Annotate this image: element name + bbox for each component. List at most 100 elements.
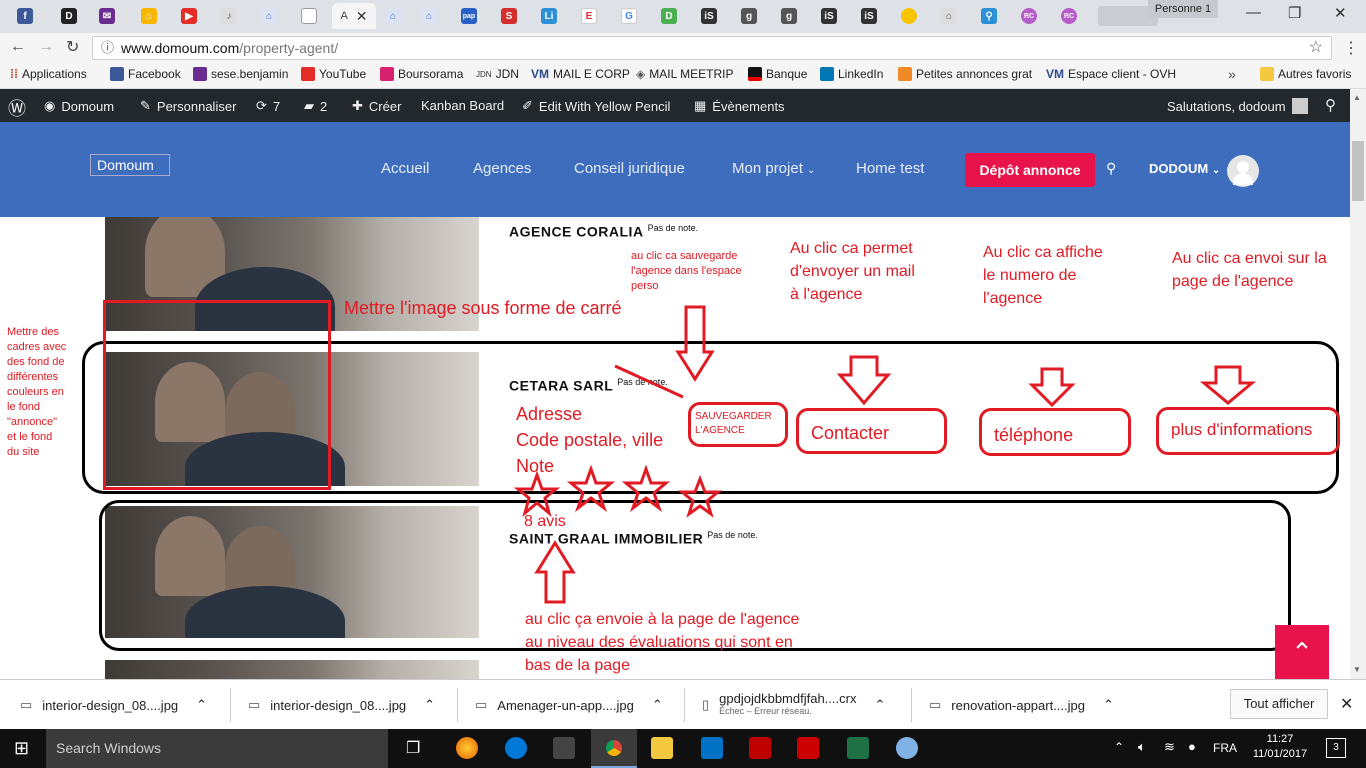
store-icon[interactable] — [553, 737, 575, 759]
clock[interactable]: 11:27 11/01/2017 — [1248, 732, 1312, 762]
nav-home-test[interactable]: Home test — [856, 160, 924, 177]
bookmark-autres-favoris[interactable]: Autres favoris — [1260, 67, 1351, 81]
notifications-icon[interactable]: 3 — [1326, 738, 1346, 758]
explorer-icon[interactable] — [651, 737, 673, 759]
bookmark-jdn[interactable]: JDN JDN — [476, 67, 519, 81]
search-icon[interactable]: ⚲ — [1106, 160, 1116, 177]
wordpress-icon[interactable]: Ⓦ — [8, 95, 26, 121]
nav-mon-projet[interactable]: Mon projet ⌄ — [732, 160, 815, 177]
user-menu[interactable]: DODOUM ⌄ — [1149, 161, 1220, 176]
wp-account-link[interactable]: Salutations, dodoum — [1167, 98, 1308, 114]
bookmark-youtube[interactable]: YouTube — [301, 67, 366, 81]
close-icon[interactable]: ✕ — [1340, 694, 1353, 714]
tab-doc[interactable] — [294, 3, 324, 29]
firefox-icon[interactable] — [456, 737, 478, 759]
wifi-icon[interactable]: ≋ — [1164, 739, 1175, 755]
back-icon[interactable]: ← — [10, 38, 26, 56]
tab-house4[interactable]: ⌂ — [934, 3, 964, 29]
scroll-up-icon[interactable]: ▲ — [1353, 93, 1361, 102]
chevron-up-icon[interactable]: ⌃ — [652, 697, 663, 713]
tab-li[interactable]: Li — [534, 3, 564, 29]
bookmark-facebook[interactable]: Facebook — [110, 67, 181, 81]
tab-house2[interactable]: ⌂ — [378, 3, 408, 29]
paint-icon[interactable] — [896, 737, 918, 759]
tab-sound[interactable]: ♪ — [214, 3, 244, 29]
tab-yellow2[interactable] — [894, 3, 924, 29]
wp-customize-link[interactable]: ✎ Personnaliser — [140, 98, 236, 114]
wp-search-icon[interactable]: ⚲ — [1325, 96, 1336, 114]
wp-updates-link[interactable]: ⟳ 7 — [256, 98, 280, 114]
filezilla-icon[interactable] — [749, 737, 771, 759]
tab-d[interactable]: D — [54, 3, 84, 29]
wp-events-link[interactable]: ▦ Évènements — [694, 98, 785, 114]
chevron-up-icon[interactable]: ⌃ — [424, 697, 435, 713]
info-icon[interactable]: ⓘ — [101, 37, 114, 59]
outlook-icon[interactable] — [701, 737, 723, 759]
bookmark-mail-e-corp[interactable]: VM MAIL E CORP — [531, 67, 630, 81]
wp-kanban-link[interactable]: Kanban Board — [421, 98, 504, 113]
tab-rc1[interactable]: RC — [1014, 3, 1044, 29]
chevron-up-icon[interactable]: ⌃ — [196, 697, 207, 713]
close-tab-icon[interactable]: ✕ — [356, 8, 368, 25]
bookmark-linkedin[interactable]: LinkedIn — [820, 67, 883, 81]
chevron-up-icon[interactable]: ⌃ — [1103, 697, 1114, 713]
download-item[interactable]: ▭ interior-design_08....jpg ⌃ — [20, 690, 207, 720]
language-indicator[interactable]: FRA — [1213, 741, 1237, 755]
speaker-icon[interactable]: 🔈︎ — [1138, 739, 1146, 755]
nav-accueil[interactable]: Accueil — [381, 160, 429, 177]
bookmark-ovh[interactable]: VM Espace client - OVH — [1046, 67, 1176, 81]
tab-mail[interactable]: ✉ — [92, 3, 122, 29]
bookmark-banque[interactable]: Banque — [748, 67, 807, 81]
scroll-down-icon[interactable]: ▼ — [1353, 665, 1361, 674]
download-item[interactable]: ▯ gpdjojdkbbmdfjfah....crx Échec – Erreur… — [702, 690, 885, 720]
depot-annonce-button[interactable]: Dépôt annonce — [965, 153, 1095, 187]
menu-icon[interactable]: ⋮ — [1343, 38, 1359, 58]
bookmark-star-icon[interactable]: ☆ — [1309, 37, 1323, 59]
chevron-up-icon[interactable]: ⌃ — [1114, 740, 1124, 754]
minimize-icon[interactable]: — — [1246, 4, 1261, 21]
tab-house1[interactable]: ⌂ — [254, 3, 284, 29]
task-view-icon[interactable]: ❐ — [406, 738, 420, 758]
show-all-downloads-button[interactable]: Tout afficher — [1230, 689, 1328, 719]
url-input[interactable]: ⓘ www.domoum.com/property-agent/ ☆ — [92, 36, 1332, 60]
page-scrollbar[interactable]: ▲ ▼ — [1350, 89, 1366, 679]
tab-search[interactable]: ⚲ — [974, 3, 1004, 29]
tab-is3[interactable]: iS — [854, 3, 884, 29]
download-item[interactable]: ▭ renovation-appart....jpg ⌃ — [929, 690, 1114, 720]
tab-g2[interactable]: g — [774, 3, 804, 29]
tab-g1[interactable]: g — [734, 3, 764, 29]
tab-s[interactable]: S — [494, 3, 524, 29]
download-item[interactable]: ▭ Amenager-un-app....jpg ⌃ — [475, 690, 663, 720]
site-logo[interactable]: Domoum — [90, 154, 170, 176]
tab-is2[interactable]: iS — [814, 3, 844, 29]
chrome-taskbar-button[interactable] — [591, 729, 637, 768]
bookmark-boursorama[interactable]: Boursorama — [380, 67, 463, 81]
wp-yellow-pencil-link[interactable]: ✐ Edit With Yellow Pencil — [522, 98, 670, 114]
maximize-icon[interactable]: ❐ — [1288, 4, 1301, 22]
tab-rc2[interactable]: RC — [1054, 3, 1084, 29]
profile-badge[interactable]: Personne 1 — [1148, 0, 1218, 18]
bookmark-mail[interactable]: sese.benjamin — [193, 67, 288, 81]
back-to-top-button[interactable]: ⌃ — [1275, 625, 1329, 679]
bookmark-applications[interactable]: ⁞⁞ Applications — [10, 67, 87, 81]
tab-is1[interactable]: iS — [694, 3, 724, 29]
download-item[interactable]: ▭ interior-design_08....jpg ⌃ — [248, 690, 435, 720]
nav-conseil-juridique[interactable]: Conseil juridique — [574, 160, 685, 177]
tab-e[interactable]: E — [574, 3, 604, 29]
edge-icon[interactable] — [505, 737, 527, 759]
tab-youtube[interactable]: ▶ — [174, 3, 204, 29]
wp-comments-link[interactable]: ▰ 2 — [304, 98, 327, 114]
wp-site-link[interactable]: ◉ Domoum — [44, 98, 114, 114]
scrollbar-thumb[interactable] — [1352, 141, 1364, 201]
tab-d2[interactable]: D — [654, 3, 684, 29]
acrobat-icon[interactable] — [797, 737, 819, 759]
excel-icon[interactable] — [847, 737, 869, 759]
forward-icon[interactable]: → — [38, 38, 54, 56]
bookmark-mail-meetrip[interactable]: ◈ MAIL MEETRIP — [636, 67, 733, 81]
user-avatar[interactable] — [1227, 155, 1259, 187]
windows-start-icon[interactable]: ⊞ — [14, 738, 29, 759]
nav-agences[interactable]: Agences — [473, 160, 531, 177]
tab-pap[interactable]: pap — [454, 3, 484, 29]
tab-active[interactable]: A ✕ — [332, 3, 376, 29]
tab-house3[interactable]: ⌂ — [414, 3, 444, 29]
